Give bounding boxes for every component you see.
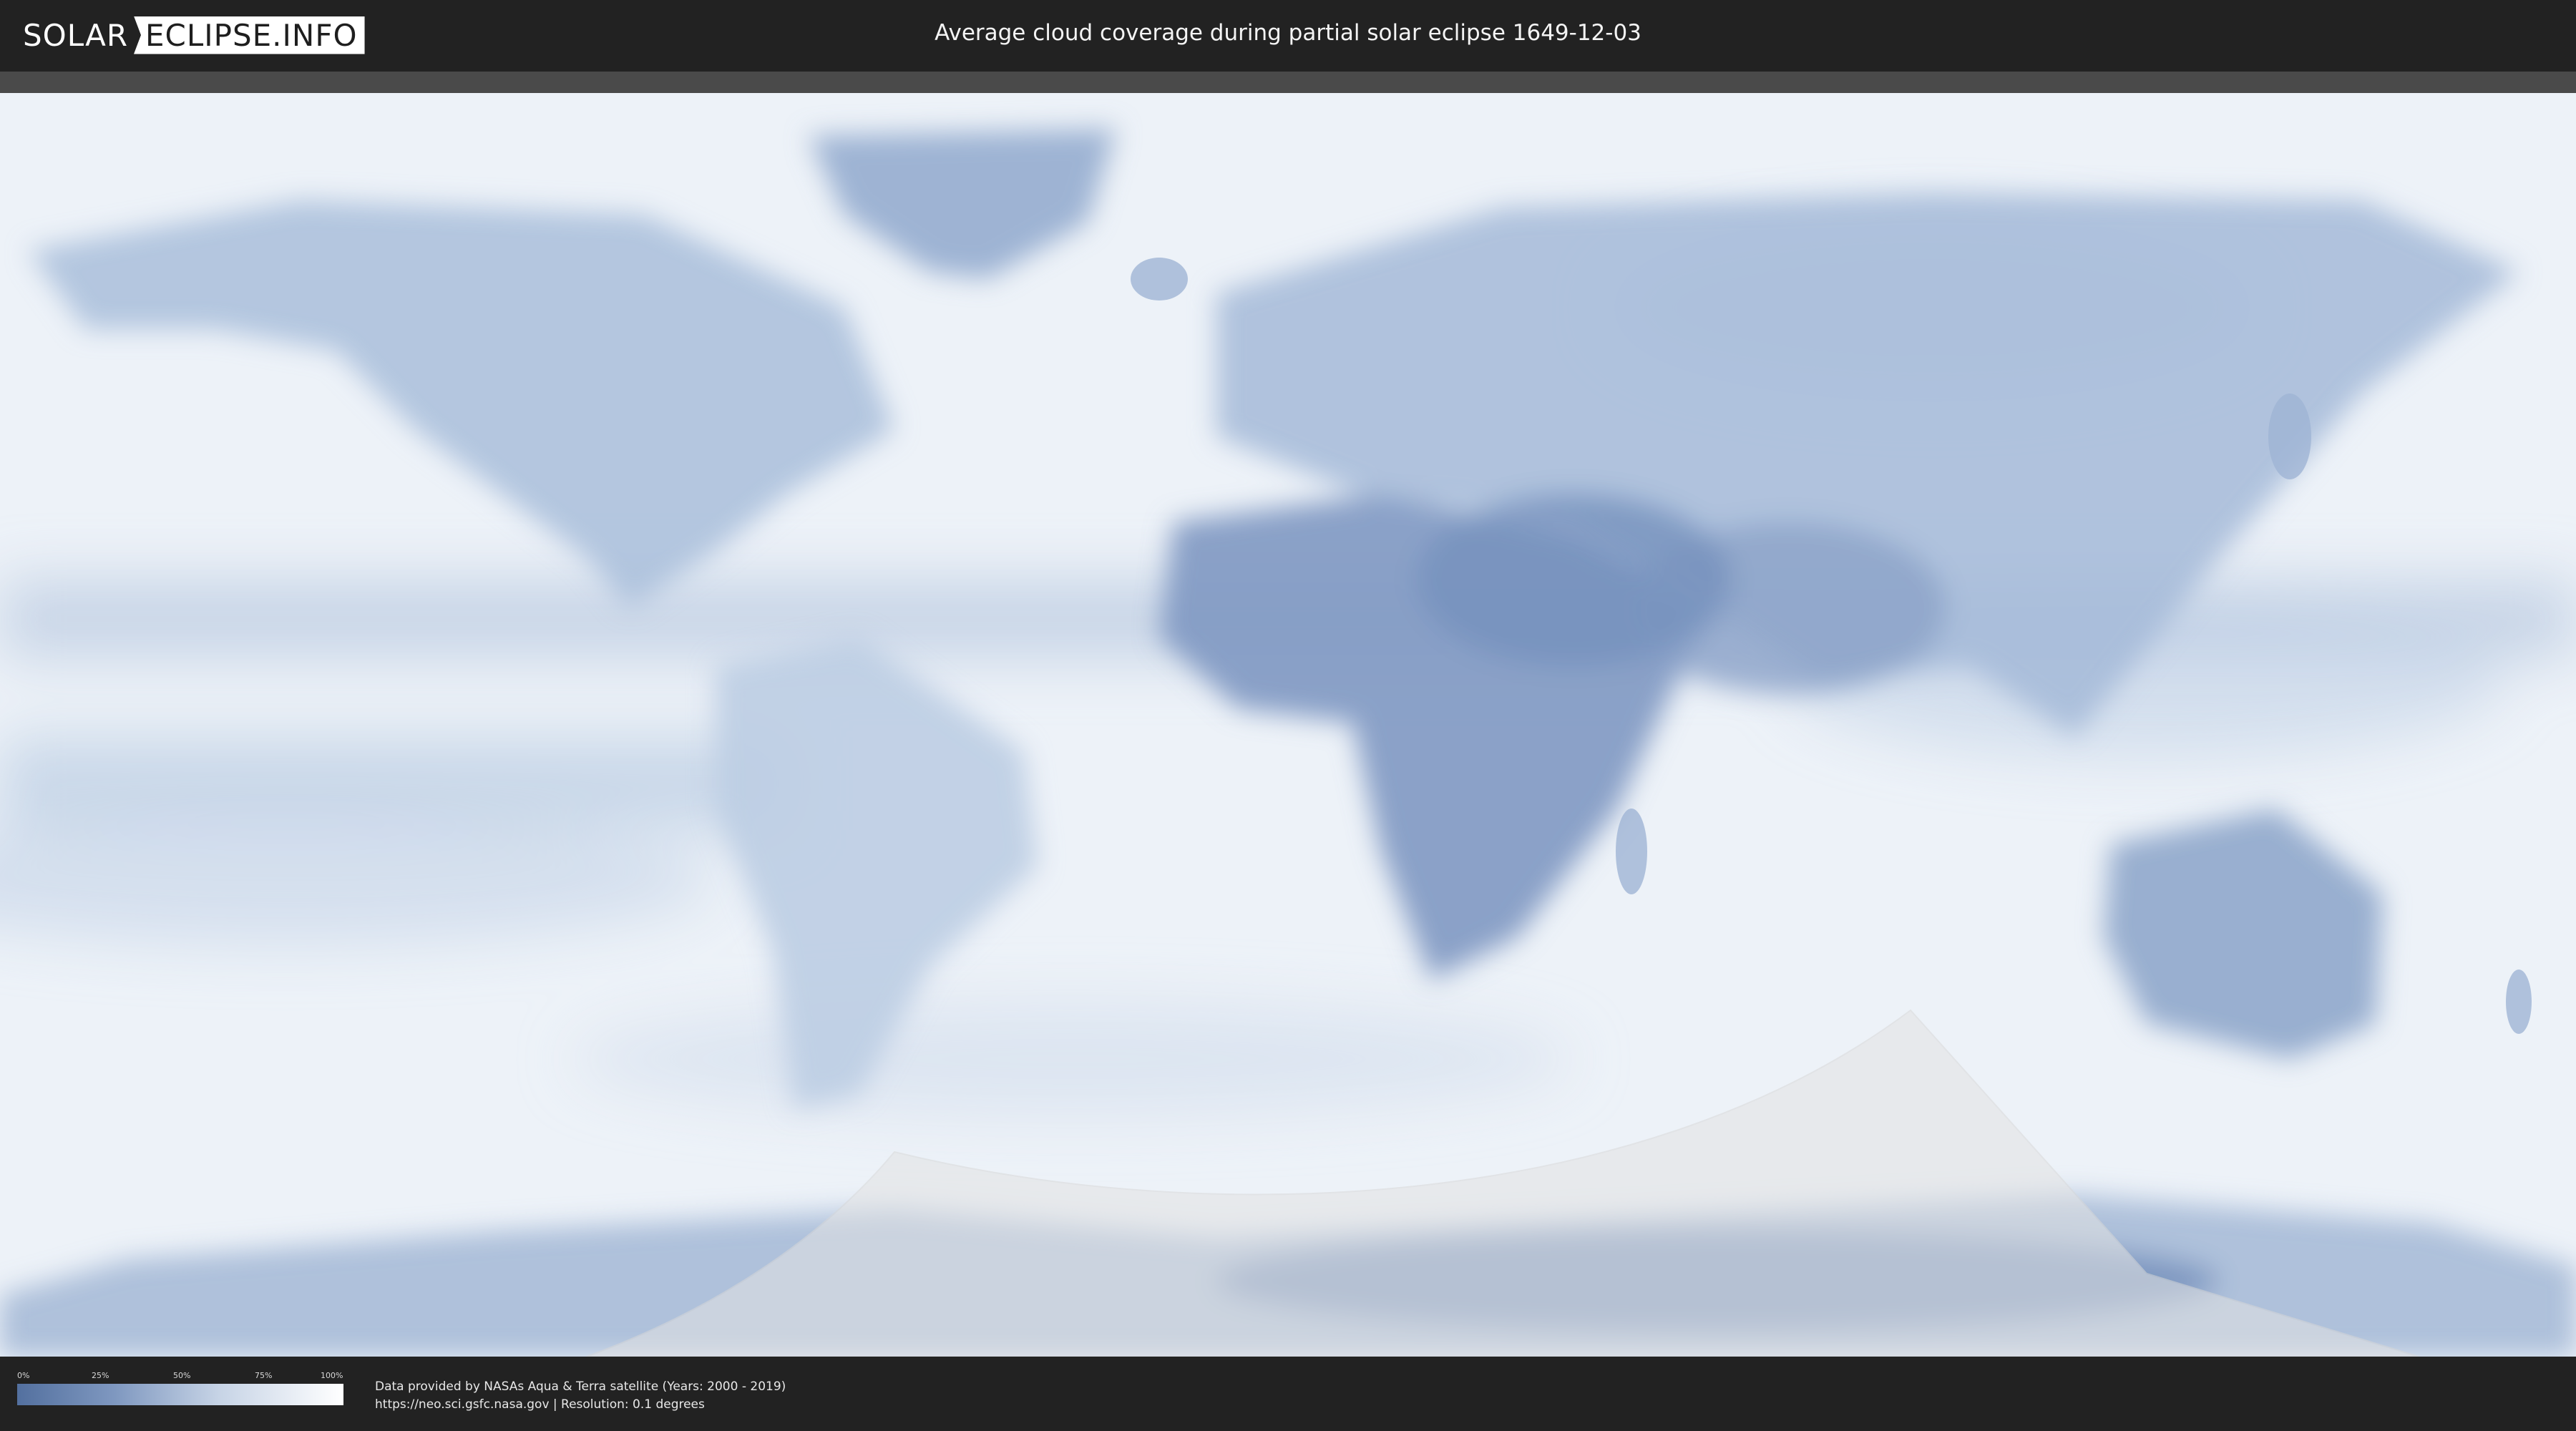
cloud-coverage-map bbox=[0, 93, 2576, 1357]
credit-line-source: Data provided by NASAs Aqua & Terra sate… bbox=[375, 1379, 786, 1394]
legend-tick-100: 100% bbox=[321, 1371, 343, 1380]
world-map-svg bbox=[0, 93, 2576, 1357]
legend-ticks: 0% 25% 50% 75% 100% bbox=[17, 1371, 343, 1382]
header-bar: SOLAR ECLIPSE.INFO Average cloud coverag… bbox=[0, 0, 2576, 72]
header-separator bbox=[0, 72, 2576, 93]
cloud-coverage-legend: 0% 25% 50% 75% 100% bbox=[17, 1371, 343, 1405]
legend-tick-25: 25% bbox=[92, 1371, 109, 1380]
legend-gradient-bar bbox=[17, 1384, 343, 1405]
legend-tick-75: 75% bbox=[255, 1371, 273, 1380]
page-title: Average cloud coverage during partial so… bbox=[935, 20, 1641, 46]
credit-line-url[interactable]: https://neo.sci.gsfc.nasa.gov | Resoluti… bbox=[375, 1396, 786, 1414]
legend-tick-50: 50% bbox=[173, 1371, 191, 1380]
data-credits: Data provided by NASAs Aqua & Terra sate… bbox=[375, 1378, 786, 1414]
legend-tick-0: 0% bbox=[17, 1371, 30, 1380]
footer-bar: 0% 25% 50% 75% 100% Data provided by NAS… bbox=[0, 1357, 2576, 1431]
